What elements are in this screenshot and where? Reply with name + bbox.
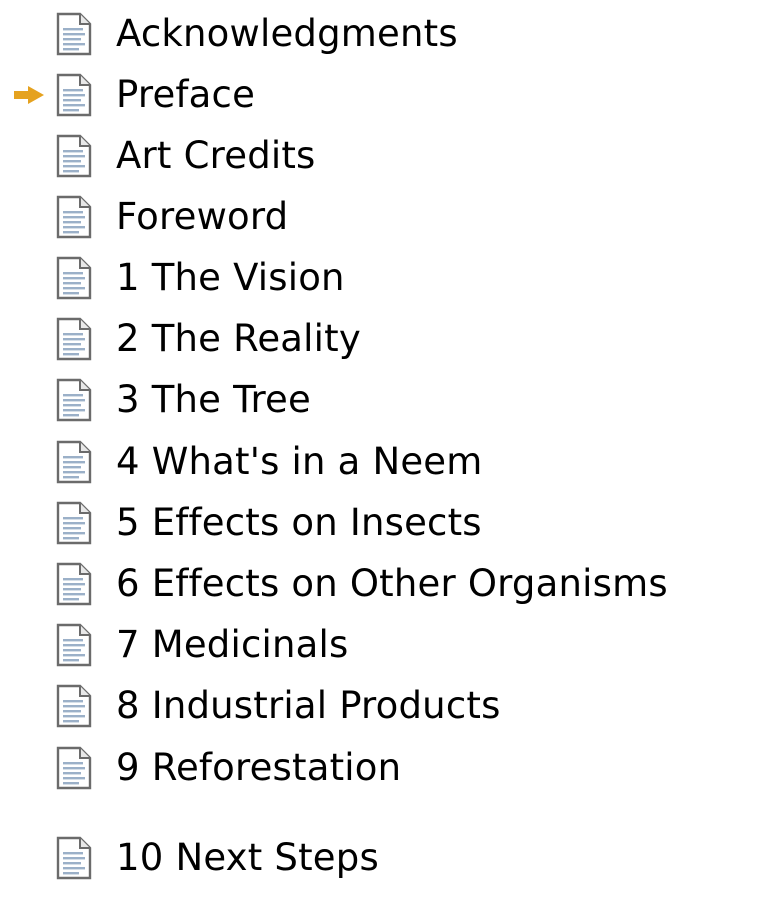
toc-item-art-credits[interactable]: Art Credits	[0, 128, 757, 184]
toc-item-chapter-9[interactable]: 9 Reforestation	[0, 740, 757, 796]
toc-item-label: Foreword	[116, 195, 289, 238]
document-page-icon	[56, 134, 92, 178]
toc-item-label: Preface	[116, 73, 256, 116]
toc-item-label: 7 Medicinals	[116, 623, 349, 666]
toc-item-chapter-7[interactable]: 7 Medicinals	[0, 617, 757, 673]
document-page-icon	[56, 195, 92, 239]
document-page-icon	[56, 12, 92, 56]
toc-item-acknowledgments[interactable]: Acknowledgments	[0, 6, 757, 62]
toc-item-label: Art Credits	[116, 134, 316, 177]
toc-item-label: 3 The Tree	[116, 378, 311, 421]
document-page-icon	[56, 256, 92, 300]
document-page-icon	[56, 440, 92, 484]
toc-item-label: 8 Industrial Products	[116, 684, 501, 727]
document-page-icon	[56, 562, 92, 606]
toc-item-label: 1 The Vision	[116, 256, 345, 299]
document-page-icon	[56, 73, 92, 117]
arrow-right-icon	[14, 86, 44, 104]
toc-item-chapter-2[interactable]: 2 The Reality	[0, 311, 757, 367]
document-page-icon	[56, 746, 92, 790]
toc-item-label: 5 Effects on Insects	[116, 501, 482, 544]
document-page-icon	[56, 317, 92, 361]
toc-item-label: 2 The Reality	[116, 317, 361, 360]
toc-item-preface[interactable]: Preface	[0, 67, 757, 123]
toc-item-chapter-5[interactable]: 5 Effects on Insects	[0, 495, 757, 551]
toc-item-label: Acknowledgments	[116, 12, 458, 55]
document-page-icon	[56, 623, 92, 667]
toc-item-label: 9 Reforestation	[116, 746, 402, 789]
document-page-icon	[56, 378, 92, 422]
document-page-icon	[56, 501, 92, 545]
document-page-icon	[56, 836, 92, 880]
toc-item-chapter-10[interactable]: 10 Next Steps	[0, 830, 757, 886]
toc-item-foreword[interactable]: Foreword	[0, 189, 757, 245]
toc-item-chapter-8[interactable]: 8 Industrial Products	[0, 678, 757, 734]
toc-item-label: 6 Effects on Other Organisms	[116, 562, 668, 605]
toc-item-chapter-6[interactable]: 6 Effects on Other Organisms	[0, 556, 757, 612]
toc-item-chapter-3[interactable]: 3 The Tree	[0, 372, 757, 428]
toc-item-label: 4 What's in a Neem	[116, 440, 483, 483]
toc-item-label: 10 Next Steps	[116, 836, 379, 879]
toc-item-chapter-1[interactable]: 1 The Vision	[0, 250, 757, 306]
table-of-contents: Acknowledgments Preface Art Credits Fore…	[0, 0, 757, 903]
toc-item-chapter-4[interactable]: 4 What's in a Neem	[0, 434, 757, 490]
document-page-icon	[56, 684, 92, 728]
